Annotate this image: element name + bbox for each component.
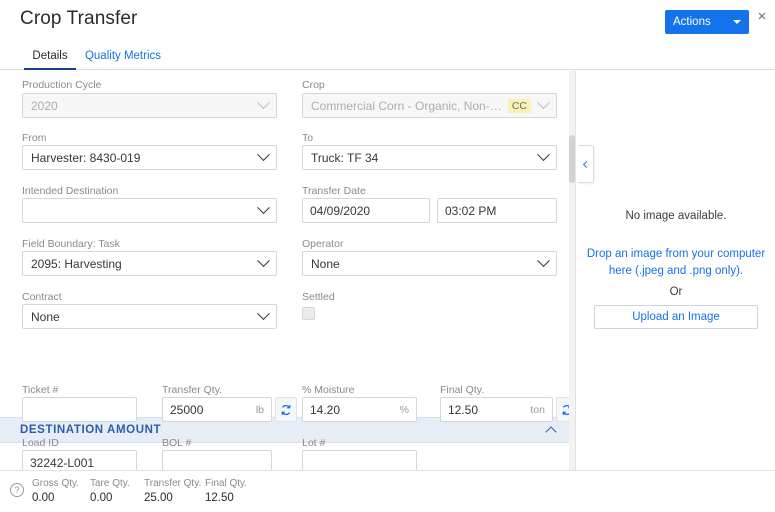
final-qty-value: 12.50: [448, 402, 479, 417]
dialog-header: Crop Transfer Actions ×: [0, 0, 775, 42]
summary-tare-qty-value: 0.00: [90, 492, 113, 504]
chevron-down-icon: [257, 254, 270, 268]
transfer-time-value: 03:02 PM: [445, 203, 497, 218]
crop-value: Commercial Corn - Organic, Non-GMO, …: [311, 98, 506, 113]
page-title: Crop Transfer: [20, 8, 138, 29]
help-icon[interactable]: ?: [10, 483, 24, 497]
transfer-date-input[interactable]: 04/09/2020: [302, 198, 430, 223]
contract-value: None: [31, 309, 60, 324]
crop-code-badge: CC: [507, 98, 531, 113]
summary-transfer-qty-label: Transfer Qty.: [144, 478, 202, 489]
lot-no-input[interactable]: [302, 450, 417, 470]
final-qty-label: Final Qty.: [440, 384, 485, 396]
summary-final-qty-label: Final Qty.: [205, 478, 248, 489]
transfer-time-input[interactable]: 03:02 PM: [437, 198, 557, 223]
chevron-down-icon: [537, 254, 550, 268]
load-id-value: 32242-L001: [30, 455, 95, 470]
chevron-up-icon[interactable]: [545, 426, 557, 438]
transfer-qty-refresh-icon[interactable]: [275, 397, 297, 422]
summary-gross-qty: Gross Qty. 0.00: [32, 478, 79, 504]
chevron-down-icon: [257, 201, 270, 215]
chevron-down-icon: [257, 307, 270, 321]
no-image-text: No image available.: [625, 210, 727, 222]
transfer-qty-input[interactable]: 25000 lb: [162, 397, 272, 422]
to-select[interactable]: Truck: TF 34: [302, 145, 557, 170]
crop-transfer-dialog: Crop Transfer Actions × Details Quality …: [0, 0, 775, 512]
summary-tare-qty-label: Tare Qty.: [90, 478, 130, 489]
crop-label: Crop: [302, 79, 325, 91]
ticket-no-label: Ticket #: [22, 384, 59, 396]
image-panel: No image available. Drop an image from y…: [575, 71, 775, 470]
intended-destination-label: Intended Destination: [22, 185, 119, 197]
drop-image-text[interactable]: Drop an image from your computer here (.…: [586, 246, 766, 280]
destination-amount-title: DESTINATION AMOUNT: [20, 424, 162, 436]
moisture-value: 14.20: [310, 402, 341, 417]
lot-no-label: Lot #: [302, 437, 326, 449]
tab-bar: Details Quality Metrics: [0, 42, 775, 70]
transfer-date-value: 04/09/2020: [310, 203, 371, 218]
crop-select[interactable]: Commercial Corn - Organic, Non-GMO, … CC: [302, 93, 557, 118]
operator-label: Operator: [302, 238, 344, 250]
chevron-down-icon: [537, 148, 550, 162]
production-cycle-select[interactable]: 2020: [22, 93, 277, 118]
transfer-qty-label: Transfer Qty.: [162, 384, 223, 396]
close-icon[interactable]: ×: [754, 9, 770, 25]
field-boundary-task-select[interactable]: 2095: Harvesting: [22, 251, 277, 276]
moisture-input[interactable]: 14.20 %: [302, 397, 417, 422]
field-boundary-task-label: Field Boundary: Task: [22, 238, 120, 250]
summary-tare-qty: Tare Qty. 0.00: [90, 478, 130, 504]
summary-final-qty-value: 12.50: [205, 492, 234, 504]
chevron-down-icon: [537, 96, 550, 110]
operator-select[interactable]: None: [302, 251, 557, 276]
from-select[interactable]: Harvester: 8430-019: [22, 145, 277, 170]
contract-label: Contract: [22, 291, 62, 303]
contract-select[interactable]: None: [22, 304, 277, 329]
tab-quality-metrics[interactable]: Quality Metrics: [80, 42, 166, 70]
moisture-label: % Moisture: [302, 384, 355, 396]
chevron-down-icon: [257, 96, 270, 110]
details-form-pane: Production Cycle 2020 Crop Commercial Co…: [0, 71, 571, 470]
chevron-down-icon: [733, 20, 741, 24]
chevron-down-icon: [257, 148, 270, 162]
chevron-left-icon: [582, 160, 591, 168]
transfer-qty-unit: lb: [255, 403, 264, 416]
from-label: From: [22, 132, 47, 144]
moisture-unit: %: [399, 403, 409, 416]
bol-no-input[interactable]: [162, 450, 272, 470]
bol-no-label: BOL #: [162, 437, 192, 449]
summary-gross-qty-value: 0.00: [32, 492, 55, 504]
summary-transfer-qty-value: 25.00: [144, 492, 173, 504]
operator-value: None: [311, 256, 340, 271]
settled-label: Settled: [302, 291, 335, 303]
to-label: To: [302, 132, 314, 144]
actions-button-label: Actions: [673, 16, 711, 28]
from-value: Harvester: 8430-019: [31, 150, 141, 165]
production-cycle-value: 2020: [31, 98, 58, 113]
dialog-footer: ? Gross Qty. 0.00 Tare Qty. 0.00 Transfe…: [0, 470, 775, 512]
to-value: Truck: TF 34: [311, 150, 379, 165]
transfer-date-label: Transfer Date: [302, 185, 366, 197]
or-text: Or: [669, 286, 683, 298]
field-boundary-task-value: 2095: Harvesting: [31, 256, 122, 271]
final-qty-input[interactable]: 12.50 ton: [440, 397, 553, 422]
load-id-input[interactable]: 32242-L001: [22, 450, 137, 470]
upload-image-button[interactable]: Upload an Image: [594, 305, 758, 329]
load-id-label: Load ID: [22, 437, 59, 449]
summary-gross-qty-label: Gross Qty.: [32, 478, 80, 489]
actions-button[interactable]: Actions: [665, 10, 749, 34]
collapse-panel-button[interactable]: [578, 145, 594, 183]
summary-transfer-qty: Transfer Qty. 25.00: [144, 478, 201, 504]
settled-checkbox[interactable]: [302, 307, 315, 320]
final-qty-unit: ton: [530, 403, 545, 416]
transfer-qty-value: 25000: [170, 402, 204, 417]
tab-details[interactable]: Details: [24, 42, 76, 70]
summary-final-qty: Final Qty. 12.50: [205, 478, 247, 504]
production-cycle-label: Production Cycle: [22, 79, 102, 91]
intended-destination-select[interactable]: [22, 198, 277, 223]
ticket-no-input[interactable]: [22, 397, 137, 422]
